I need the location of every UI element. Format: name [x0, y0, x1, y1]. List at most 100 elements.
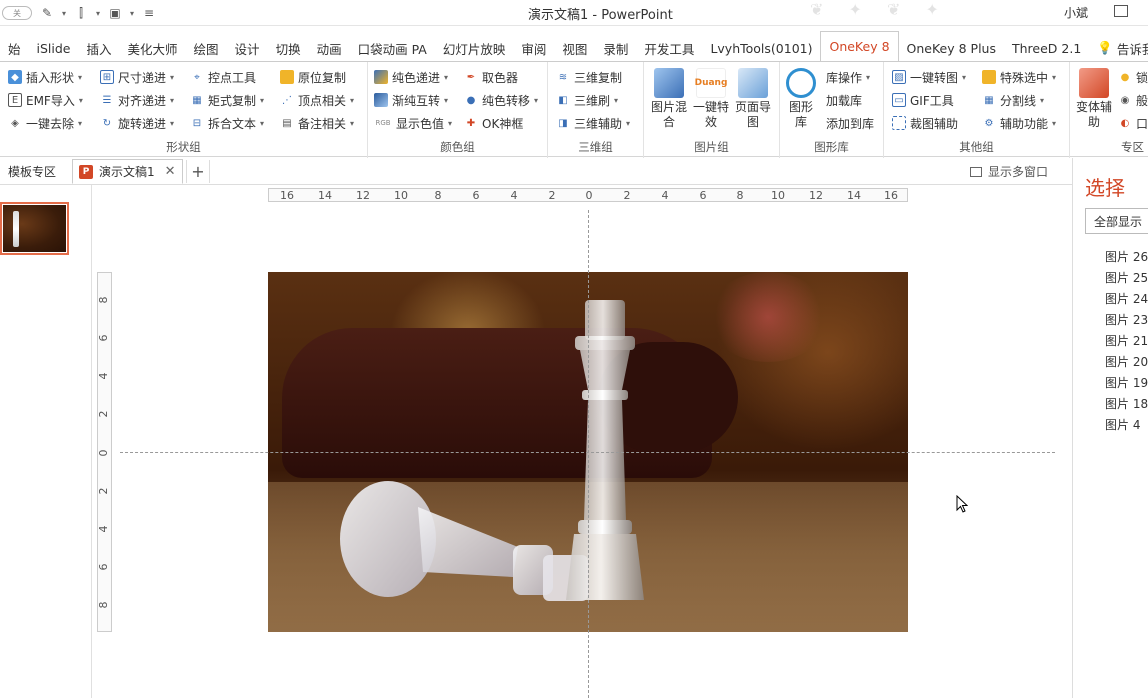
- selection-item[interactable]: 图片 4: [1105, 416, 1148, 437]
- library-operations-button[interactable]: 库操作 ▾: [826, 66, 870, 88]
- gif-tool-button[interactable]: ▭ GIF工具: [892, 89, 954, 111]
- divider-line-button[interactable]: ▦ 分割线 ▾: [982, 89, 1044, 111]
- user-name[interactable]: 小斌: [1064, 4, 1088, 21]
- split-text-icon: ⊟: [192, 117, 202, 129]
- tab-transitions[interactable]: 切换: [268, 34, 309, 62]
- align-progression-button[interactable]: ☰ 对齐递进 ▾: [100, 89, 175, 111]
- show-multiple-windows-button[interactable]: 显示多窗口: [970, 163, 1048, 180]
- ruler-tick: 12: [809, 189, 823, 202]
- ok-frame-button[interactable]: ✚ OK神框: [464, 112, 524, 134]
- selection-item[interactable]: 图片 25: [1105, 269, 1148, 290]
- vertex-related-button[interactable]: ⋰ 顶点相关 ▾: [280, 89, 354, 111]
- caret-icon[interactable]: ▾: [62, 9, 66, 18]
- customize-qat-icon[interactable]: ≡: [140, 5, 158, 21]
- tab-view[interactable]: 视图: [554, 34, 595, 62]
- slide-thumbnail[interactable]: [0, 202, 69, 255]
- ribbon: ◆ 插入形状 ▾ ⊞ 尺寸递进 ▾ ⌖ 控点工具 原位复制 E EMF导入 ▾ ☰ 对齐递进 ▾ …: [0, 61, 1148, 158]
- lock-button[interactable]: ● 锁: [1118, 66, 1148, 88]
- window-icon: [970, 166, 982, 177]
- gradient-solid-switch-button[interactable]: 渐纯互转 ▾: [374, 89, 448, 111]
- tab-onekey8-plus[interactable]: OneKey 8 Plus: [899, 34, 1004, 62]
- dropdown-icon: ▾: [78, 72, 83, 82]
- emf-import-button[interactable]: E EMF导入 ▾: [8, 89, 83, 111]
- template-zone-tab[interactable]: 模板专区: [8, 159, 56, 184]
- selection-item[interactable]: 图片 23: [1105, 311, 1148, 332]
- matrix-copy-button[interactable]: ▦ 矩式复制 ▾: [190, 89, 264, 111]
- split-merge-text-button[interactable]: ⊟ 拆合文本 ▾: [190, 112, 264, 134]
- tab-record[interactable]: 录制: [595, 34, 636, 62]
- image-blend-icon: [654, 68, 684, 98]
- load-library-button[interactable]: 加载库: [826, 89, 862, 111]
- selection-item[interactable]: 图片 26: [1105, 248, 1148, 269]
- caret-icon[interactable]: ▾: [130, 9, 134, 18]
- add-to-library-button[interactable]: 添加到库: [826, 112, 874, 134]
- 3d-brush-button[interactable]: ◧ 三维刷 ▾: [556, 89, 618, 111]
- page-export-image-label: 页面导图: [734, 100, 771, 129]
- tab-design[interactable]: 设计: [227, 34, 268, 62]
- in-place-copy-button[interactable]: 原位复制: [280, 66, 346, 88]
- shape-library-button[interactable]: 图形库: [786, 68, 816, 130]
- one-click-effect-button[interactable]: Duang 一键特效: [692, 68, 730, 130]
- color-picker-button[interactable]: ✒ 取色器: [464, 66, 518, 88]
- load-library-label: 加载库: [826, 93, 863, 108]
- variant-assist-button[interactable]: 变体辅助: [1074, 68, 1114, 130]
- ruler-tick: 14: [318, 189, 332, 202]
- one-click-to-image-button[interactable]: ▨ 一键转图 ▾: [892, 66, 966, 88]
- selection-pane: 选择 全部显示 图片 26 图片 25 图片 24 图片 23 图片 21 图片…: [1072, 158, 1148, 698]
- new-tab-button[interactable]: +: [186, 160, 210, 183]
- format-painter-icon[interactable]: ✎: [38, 5, 56, 21]
- selection-item[interactable]: 图片 20: [1105, 353, 1148, 374]
- tab-home[interactable]: 始: [0, 34, 29, 62]
- tell-me-label: 告诉我: [1116, 41, 1148, 57]
- tab-animations[interactable]: 动画: [309, 34, 350, 62]
- tab-slideshow[interactable]: 幻灯片放映: [435, 34, 514, 62]
- crop-assist-button[interactable]: 裁图辅助: [892, 112, 958, 134]
- close-icon[interactable]: ✕: [165, 164, 176, 179]
- one-click-remove-button[interactable]: ◈ 一键去除 ▾: [8, 112, 82, 134]
- selection-item[interactable]: 图片 24: [1105, 290, 1148, 311]
- notes-related-button[interactable]: ▤ 备注相关 ▾: [280, 112, 354, 134]
- ruler-tick: 8: [97, 296, 110, 304]
- special-select-button[interactable]: 特殊选中 ▾: [982, 66, 1056, 88]
- tab-islide[interactable]: iSlide: [29, 34, 79, 62]
- align-icon[interactable]: ⫿: [72, 5, 90, 21]
- show-all-button[interactable]: 全部显示: [1085, 208, 1148, 234]
- general-button[interactable]: ◉ 般: [1118, 89, 1148, 111]
- insert-shape-button[interactable]: ◆ 插入形状 ▾: [8, 66, 82, 88]
- tab-threed[interactable]: ThreeD 2.1: [1004, 34, 1089, 62]
- tab-pocket-animation[interactable]: 口袋动画 PA: [350, 34, 435, 62]
- solid-color-transfer-button[interactable]: ● 纯色转移 ▾: [464, 89, 538, 111]
- 3d-copy-button[interactable]: ≋ 三维复制: [556, 66, 622, 88]
- rotate-progression-button[interactable]: ↻ 旋转递进 ▾: [100, 112, 174, 134]
- tab-lvyhtools[interactable]: LvyhTools(0101): [702, 34, 820, 62]
- tab-tell-me[interactable]: 💡告诉我: [1089, 34, 1148, 62]
- active-document-tab[interactable]: P 演示文稿1 ✕: [72, 159, 183, 184]
- ribbon-display-icon[interactable]: [1114, 5, 1128, 17]
- tab-insert[interactable]: 插入: [79, 34, 120, 62]
- selection-item[interactable]: 图片 21: [1105, 332, 1148, 353]
- vertical-guide[interactable]: [588, 210, 589, 698]
- caret-icon[interactable]: ▾: [96, 9, 100, 18]
- show-color-value-button[interactable]: RGB 显示色值 ▾: [374, 112, 452, 134]
- 3d-assist-button[interactable]: ◨ 三维辅助 ▾: [556, 112, 630, 134]
- mouth-button[interactable]: ◐ 口: [1118, 112, 1148, 134]
- image-group: 图片混合 Duang 一键特效 页面导图 图片组: [644, 62, 780, 158]
- ruler-tick: 6: [472, 189, 480, 202]
- selection-item[interactable]: 图片 18: [1105, 395, 1148, 416]
- tab-review[interactable]: 审阅: [513, 34, 554, 62]
- page-export-image-button[interactable]: 页面导图: [734, 68, 772, 130]
- solid-color-progression-button[interactable]: 纯色递进 ▾: [374, 66, 448, 88]
- tab-meihua[interactable]: 美化大师: [120, 34, 186, 62]
- group-icon[interactable]: ▣: [106, 5, 124, 21]
- image-blend-button[interactable]: 图片混合: [650, 68, 688, 130]
- tab-developer[interactable]: 开发工具: [636, 34, 702, 62]
- autosave-toggle[interactable]: 关: [2, 6, 32, 20]
- selection-item[interactable]: 图片 19: [1105, 374, 1148, 395]
- handle-tool-button[interactable]: ⌖ 控点工具: [190, 66, 256, 88]
- dropdown-icon: ▾: [170, 118, 175, 128]
- tab-onekey8[interactable]: OneKey 8: [820, 31, 899, 62]
- size-progression-button[interactable]: ⊞ 尺寸递进 ▾: [100, 66, 174, 88]
- tab-draw[interactable]: 绘图: [186, 34, 227, 62]
- assist-function-button[interactable]: ⚙ 辅助功能 ▾: [982, 112, 1057, 134]
- eraser-icon: ◈: [11, 117, 19, 129]
